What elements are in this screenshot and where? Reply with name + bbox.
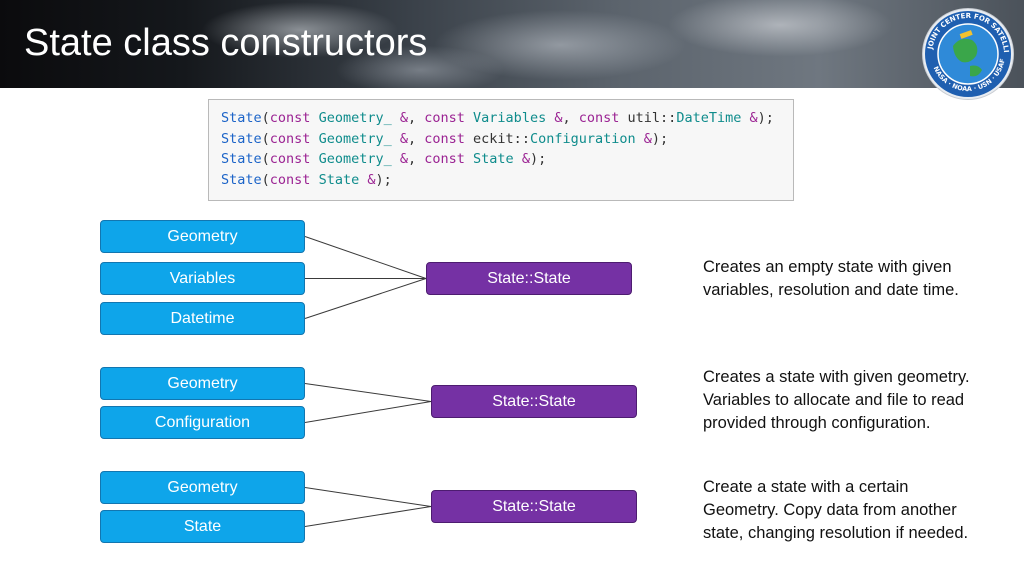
description-line: variables, resolution and date time.	[703, 281, 959, 299]
constructor-box: State::State	[431, 490, 637, 523]
input-configuration-box: Configuration	[100, 406, 305, 439]
connector-line	[304, 506, 432, 527]
description-line: Creates a state with given geometry.	[703, 368, 970, 386]
description-line: provided through configuration.	[703, 414, 931, 432]
description-line: Create a state with a certain	[703, 478, 909, 496]
connector-line	[304, 278, 427, 319]
input-state-box: State	[100, 510, 305, 543]
connector-line	[304, 236, 427, 279]
description-line: Geometry. Copy data from another	[703, 501, 957, 519]
input-geometry-box: Geometry	[100, 471, 305, 504]
connector-line	[304, 401, 432, 423]
description-line: Creates an empty state with given	[703, 258, 952, 276]
input-geometry-box: Geometry	[100, 367, 305, 400]
input-datetime-box: Datetime	[100, 302, 305, 335]
constructor-description: Create a state with a certain Geometry. C…	[703, 476, 1003, 545]
input-variables-box: Variables	[100, 262, 305, 295]
constructor-description: Creates an empty state with given variabl…	[703, 256, 1003, 302]
input-geometry-box: Geometry	[100, 220, 305, 253]
description-line: Variables to allocate and file to read	[703, 391, 965, 409]
connector-line	[304, 487, 432, 507]
description-line: state, changing resolution if needed.	[703, 524, 969, 542]
constructor-description: Creates a state with given geometry. Vari…	[703, 366, 1003, 435]
connector-line	[304, 383, 432, 402]
constructor-box: State::State	[426, 262, 632, 295]
constructor-box: State::State	[431, 385, 637, 418]
